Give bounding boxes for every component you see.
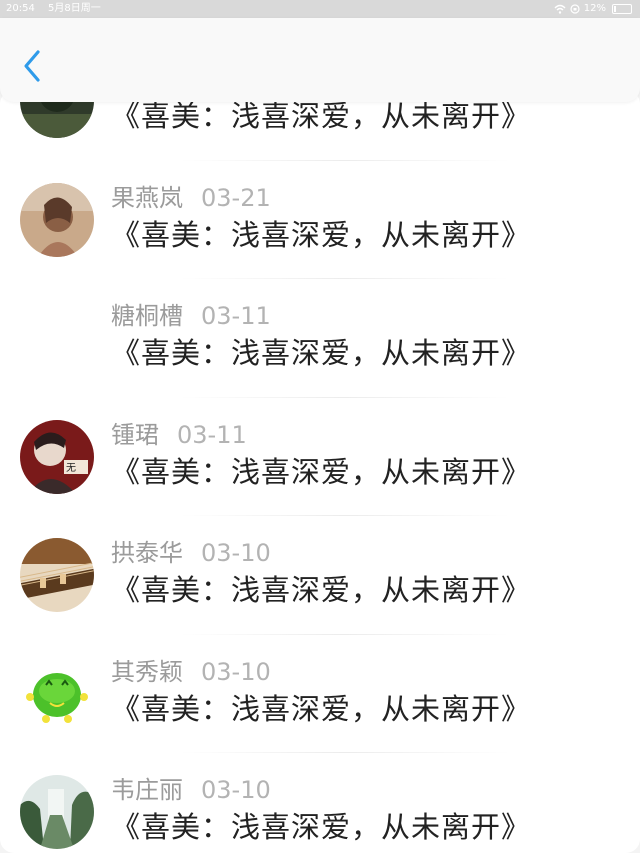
- orientation-lock-icon: [570, 4, 580, 14]
- status-right: 12%: [554, 0, 632, 18]
- user-name[interactable]: 糖桐槽: [111, 302, 183, 330]
- comment-row[interactable]: 果燕岚 03-21 《喜美：浅喜深爱，从未离开》: [0, 161, 640, 279]
- comment-text[interactable]: 《喜美：浅喜深爱，从未离开》: [111, 330, 531, 372]
- status-left: 20:54 5月8日周一: [6, 0, 111, 18]
- battery-fill: [614, 6, 616, 12]
- comment-meta: 锺珺 03-11: [111, 415, 247, 450]
- avatar[interactable]: [20, 656, 94, 731]
- status-date: 5月8日周一: [48, 3, 101, 14]
- comment-row[interactable]: 无 锺珺 03-11 《喜美：浅喜深爱，从未离开》: [0, 398, 640, 516]
- comment-meta: 果燕岚 03-21: [111, 178, 271, 213]
- avatar[interactable]: [20, 538, 94, 612]
- comment-date: 03-10: [201, 776, 271, 804]
- status-bar: 20:54 5月8日周一 12%: [0, 0, 640, 18]
- comment-meta: 其秀颖 03-10: [111, 652, 271, 687]
- comment-text[interactable]: 《喜美：浅喜深爱，从未离开》: [111, 212, 531, 254]
- avatar[interactable]: 无: [20, 419, 94, 494]
- user-name[interactable]: 果燕岚: [111, 184, 183, 212]
- svg-text:无: 无: [66, 463, 76, 474]
- chevron-left-icon: [24, 50, 40, 82]
- user-name[interactable]: 锺珺: [111, 421, 159, 449]
- comment-row[interactable]: 其秀颖 03-10 《喜美：浅喜深爱，从未离开》: [0, 635, 640, 753]
- comment-date: 03-10: [201, 657, 271, 686]
- comment-date: 03-21: [201, 183, 271, 212]
- comment-date: 03-10: [201, 539, 271, 567]
- comment-date: 03-11: [201, 302, 271, 330]
- comment-text[interactable]: 《喜美：浅喜深爱，从未离开》: [111, 567, 531, 609]
- comment-text[interactable]: 《喜美：浅喜深爱，从未离开》: [111, 449, 531, 491]
- avatar[interactable]: [20, 182, 94, 257]
- comment-list-inner: 《喜美：浅喜深爱，从未离开》 果燕岚 03-21 《喜美：浅喜深爱，从未离开》: [0, 90, 640, 853]
- comment-list: 《喜美：浅喜深爱，从未离开》 果燕岚 03-21 《喜美：浅喜深爱，从未离开》: [0, 90, 640, 853]
- back-button[interactable]: [18, 48, 48, 84]
- comment-row[interactable]: 拱泰华 03-10 《喜美：浅喜深爱，从未离开》: [0, 516, 640, 635]
- user-name[interactable]: 其秀颖: [111, 658, 183, 686]
- comment-meta: 糖桐槽 03-11: [111, 296, 271, 331]
- user-name[interactable]: 拱泰华: [111, 539, 183, 567]
- comment-meta: 韦庄丽 03-10: [111, 770, 271, 805]
- comment-text[interactable]: 《喜美：浅喜深爱，从未离开》: [111, 804, 531, 846]
- status-time: 20:54: [6, 3, 35, 14]
- comment-date: 03-11: [177, 420, 247, 449]
- wifi-icon: [554, 4, 566, 14]
- battery-percent: 12%: [583, 3, 606, 14]
- comment-row[interactable]: 韦庄丽 03-10 《喜美：浅喜深爱，从未离开》: [0, 753, 640, 853]
- user-name[interactable]: 韦庄丽: [111, 776, 183, 804]
- battery-icon: [612, 4, 632, 14]
- comment-row[interactable]: 糖桐槽 03-11 《喜美：浅喜深爱，从未离开》: [0, 279, 640, 398]
- comment-meta: 拱泰华 03-10: [111, 533, 271, 568]
- navigation-bar: [0, 18, 640, 102]
- comment-text[interactable]: 《喜美：浅喜深爱，从未离开》: [111, 686, 531, 728]
- avatar[interactable]: [20, 775, 94, 849]
